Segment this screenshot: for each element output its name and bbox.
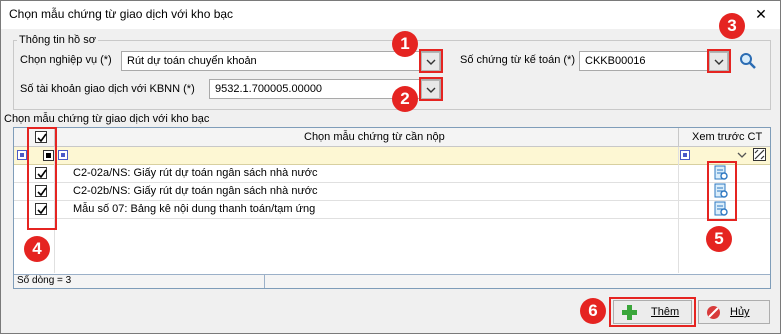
- row-count-label: Số dòng = 3: [17, 275, 72, 286]
- table-row[interactable]: C2-02b/NS: Giấy rút dự toán ngân sách nh…: [14, 183, 770, 201]
- annotation-highlight-box: [707, 49, 731, 73]
- annotation-badge: 6: [580, 298, 606, 324]
- close-icon[interactable]: ✕: [746, 3, 776, 25]
- so-chung-tu-label: Số chứng từ kế toán (*): [460, 54, 576, 66]
- nghiep-vu-combo[interactable]: Rút dự toán chuyển khoản: [121, 51, 441, 71]
- annotation-badge: 4: [24, 236, 50, 262]
- huy-button[interactable]: Hủy: [698, 300, 770, 324]
- annotation-highlight-box: [707, 161, 737, 221]
- annotation-badge: 1: [392, 31, 418, 57]
- filter-preview-icon[interactable]: [680, 150, 690, 160]
- nghiep-vu-label: Chọn nghiệp vụ (*): [20, 54, 112, 66]
- column-divider: [678, 147, 679, 273]
- info-group-title: Thông tin hồ sơ: [17, 34, 98, 46]
- tai-khoan-value: 9532.1.700005.00000: [215, 83, 323, 95]
- grid-footer-divider: [264, 274, 265, 288]
- filter-dropdown-chevron-icon[interactable]: [737, 152, 747, 158]
- annotation-highlight-box: [419, 49, 443, 73]
- grid-header-divider: [678, 128, 679, 146]
- filter-clear-icon[interactable]: [753, 148, 766, 161]
- dialog-window: Chọn mẫu chứng từ giao dịch với kho bạc …: [0, 0, 781, 334]
- filter-name-icon[interactable]: [58, 150, 68, 160]
- grid-group-title: Chọn mẫu chứng từ giao dịch với kho bạc: [4, 113, 210, 125]
- huy-button-label: Hủy: [730, 306, 750, 318]
- window-title: Chọn mẫu chứng từ giao dịch với kho bạc: [9, 7, 234, 21]
- annotation-badge: 3: [719, 13, 745, 39]
- row-document-name: C2-02a/NS: Giấy rút dự toán ngân sách nh…: [73, 167, 318, 179]
- filter-row-indicator-icon[interactable]: [17, 150, 27, 160]
- row-document-name: Mẫu số 07: Bảng kê nội dung thanh toán/t…: [73, 203, 316, 215]
- title-bar: Chọn mẫu chứng từ giao dịch với kho bạc …: [1, 1, 780, 29]
- tai-khoan-label: Số tài khoản giao dịch với KBNN (*): [20, 83, 195, 95]
- filter-row: [14, 147, 770, 165]
- table-row[interactable]: C2-02a/NS: Giấy rút dự toán ngân sách nh…: [14, 165, 770, 183]
- nghiep-vu-value: Rút dự toán chuyển khoản: [127, 55, 257, 67]
- document-grid: Chọn mẫu chứng từ cần nộp Xem trước CT C…: [13, 127, 771, 289]
- annotation-badge: 5: [706, 226, 732, 252]
- column-header-name[interactable]: Chọn mẫu chứng từ cần nộp: [304, 131, 445, 143]
- table-row[interactable]: Mẫu số 07: Bảng kê nội dung thanh toán/t…: [14, 201, 770, 219]
- search-icon[interactable]: [739, 52, 757, 70]
- annotation-highlight-box: [609, 297, 696, 327]
- row-document-name: C2-02b/NS: Giấy rút dự toán ngân sách nh…: [73, 185, 318, 197]
- annotation-highlight-box: [27, 127, 57, 230]
- so-chung-tu-value: CKKB00016: [585, 55, 646, 67]
- cancel-icon: [707, 306, 720, 319]
- annotation-highlight-box: [419, 77, 443, 101]
- annotation-badge: 2: [392, 86, 418, 112]
- column-header-preview[interactable]: Xem trước CT: [692, 131, 762, 143]
- grid-footer: [14, 274, 770, 288]
